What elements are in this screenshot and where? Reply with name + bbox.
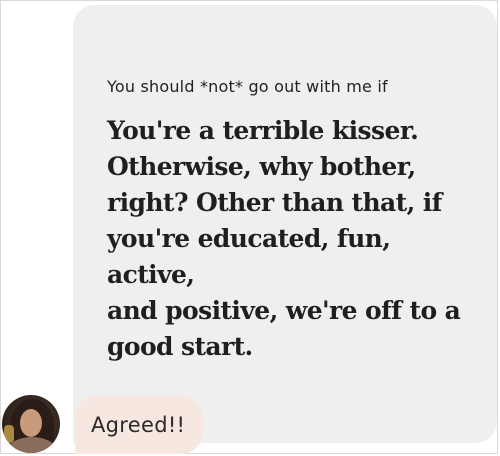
prompt-question: You should *not* go out with me if xyxy=(107,77,388,96)
avatar-face xyxy=(20,409,42,437)
avatar[interactable] xyxy=(2,395,60,453)
reply-text: Agreed!! xyxy=(91,413,186,437)
reply-bubble[interactable]: Agreed!! xyxy=(75,396,204,454)
chat-thread: You should *not* go out with me if You'r… xyxy=(0,0,498,454)
prompt-card[interactable]: You should *not* go out with me if You'r… xyxy=(73,5,497,443)
prompt-answer: You're a terrible kisser. Otherwise, why… xyxy=(107,116,461,361)
avatar-accent xyxy=(4,425,14,443)
